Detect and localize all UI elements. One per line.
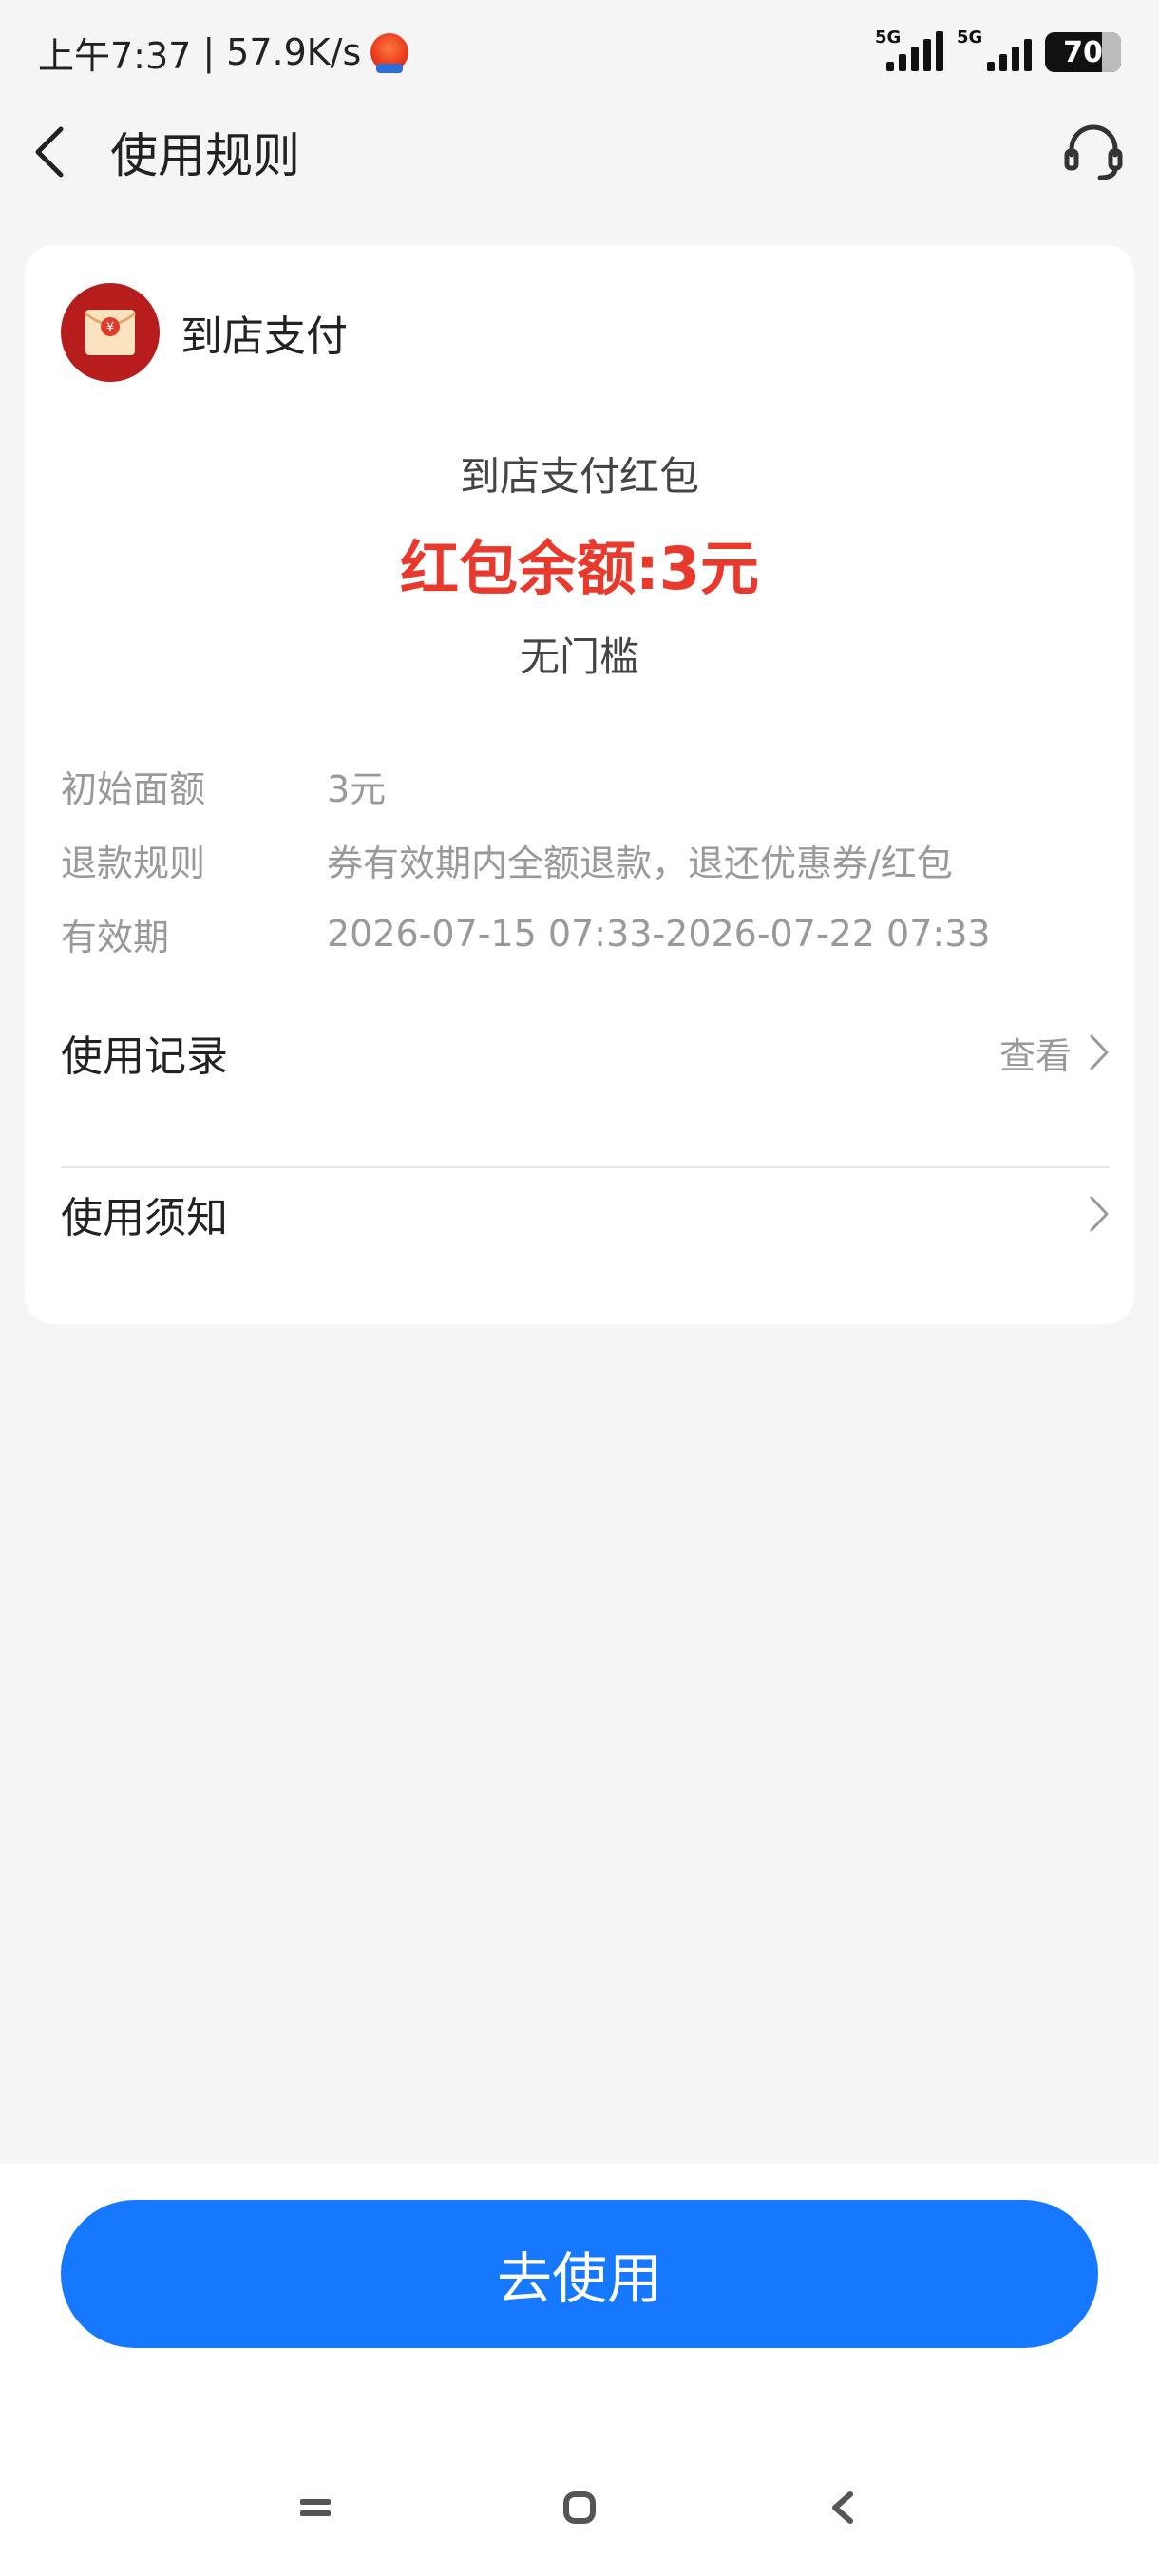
customer-service-button[interactable] (1060, 119, 1127, 185)
signal-bar (911, 47, 919, 71)
system-nav-bar (0, 2460, 1159, 2555)
detail-value: 券有效期内全额退款，退还优惠券/红包 (327, 842, 953, 884)
detail-row-initial-amount: 初始面额 3元 (61, 748, 1098, 823)
status-right: 5G 5G 70 (875, 28, 1121, 72)
usage-notice-label: 使用须知 (61, 1194, 228, 1242)
coupon-threshold: 无门槛 (519, 634, 639, 680)
signal-bar (899, 54, 906, 71)
headset-icon (1064, 124, 1123, 180)
merchant-row: ¥ 到店支付 (61, 283, 348, 382)
detail-row-refund-rule: 退款规则 券有效期内全额退款，退还优惠券/红包 (61, 823, 1098, 897)
chevron-left-icon (35, 126, 64, 178)
coupon-card: ¥ 到店支付 到店支付红包 红包余额:3元 无门槛 初始面额 3元 退款规则 券… (25, 245, 1134, 1324)
status-time: 上午7:37 (38, 34, 192, 77)
use-now-button[interactable]: 去使用 (61, 2200, 1098, 2348)
battery-icon: 70 (1045, 32, 1121, 72)
network-type-label: 5G (957, 28, 983, 47)
signal-icon: 5G (875, 28, 943, 71)
triangle-back-icon (832, 2491, 853, 2524)
battery-level: 70 (1063, 35, 1103, 69)
signal-bar (999, 54, 1007, 71)
signal-bar (936, 31, 943, 71)
status-left: 上午7:37 | 57.9K/s (38, 27, 409, 79)
signal-bar (1012, 47, 1019, 71)
red-envelope-logo: ¥ (61, 283, 160, 382)
signal-bar (923, 39, 931, 71)
header: 使用规则 (0, 109, 1159, 195)
detail-row-validity: 有效期 2026-07-15 07:33-2026-07-22 07:33 (61, 897, 1098, 971)
home-square-icon (563, 2491, 596, 2524)
red-envelope-icon: ¥ (85, 310, 136, 355)
system-back-button[interactable] (813, 2479, 870, 2536)
recent-apps-button[interactable] (287, 2479, 344, 2536)
usage-records-action: 查看 (999, 1027, 1110, 1079)
usage-notice-action (1089, 1195, 1110, 1233)
signal-bar (1024, 39, 1032, 71)
back-button[interactable] (32, 123, 80, 180)
usage-records-label: 使用记录 (61, 1032, 228, 1081)
detail-label: 初始面额 (61, 767, 206, 810)
coupon-balance: 红包余额:3元 (400, 534, 759, 603)
svg-text:¥: ¥ (106, 321, 114, 335)
usage-records-row[interactable]: 使用记录 查看 (61, 995, 1110, 1109)
app-notification-icon (370, 33, 409, 73)
detail-value: 2026-07-15 07:33-2026-07-22 07:33 (327, 913, 991, 955)
battery-empty-segment (1102, 32, 1121, 72)
usage-notice-row[interactable]: 使用须知 (61, 1157, 1110, 1271)
coupon-title: 到店支付红包 (459, 453, 699, 500)
chevron-right-icon (1090, 1196, 1109, 1232)
detail-label: 退款规则 (61, 842, 206, 884)
coupon-details-list: 初始面额 3元 退款规则 券有效期内全额退款，退还优惠券/红包 有效期 2026… (61, 748, 1098, 971)
status-bar: 上午7:37 | 57.9K/s 5G 5G 70 (0, 0, 1159, 104)
signal-bar (886, 62, 894, 71)
status-separator: | (202, 31, 216, 73)
home-button[interactable] (551, 2479, 608, 2536)
detail-label: 有效期 (61, 916, 170, 958)
merchant-name: 到店支付 (180, 313, 348, 361)
signal-icon: 5G (957, 28, 1032, 71)
chevron-right-icon (1090, 1034, 1109, 1070)
signal-bar (987, 62, 995, 71)
network-type-label: 5G (875, 28, 902, 47)
detail-value: 3元 (327, 767, 387, 810)
menu-lines-icon (300, 2499, 331, 2516)
view-link: 查看 (998, 1034, 1072, 1077)
status-network-speed: 57.9K/s (226, 31, 362, 73)
page-title: 使用规则 (110, 128, 300, 183)
